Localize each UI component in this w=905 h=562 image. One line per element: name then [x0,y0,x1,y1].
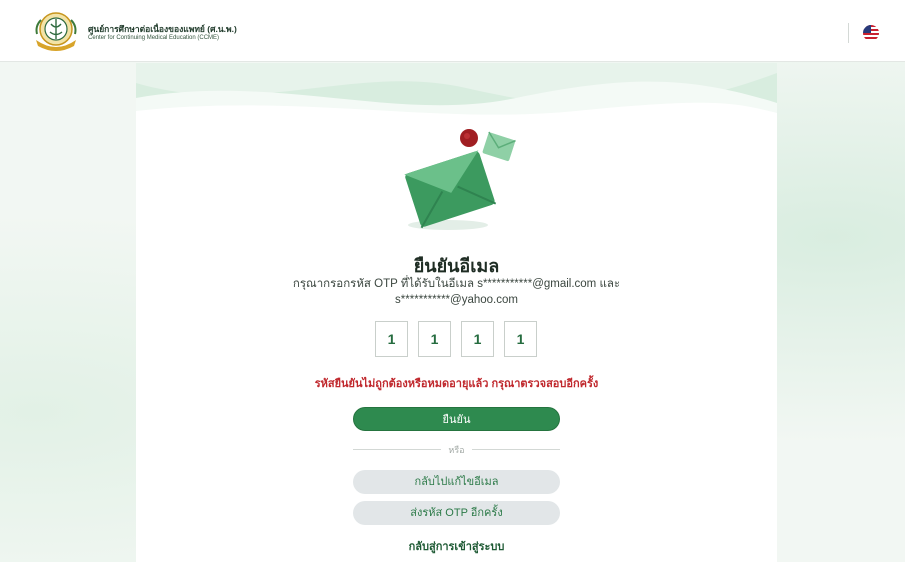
otp-digit-3[interactable]: 1 [461,321,494,357]
language-divider [848,23,849,43]
or-divider-right [472,449,560,450]
decorative-wave-header [136,63,777,125]
back-to-login-link[interactable]: กลับสู่การเข้าสู่ระบบ [136,537,777,555]
otp-instruction: กรุณากรอกรหัส OTP ที่ได้รับในอีเมล s****… [286,276,627,308]
edit-email-button[interactable]: กลับไปแก้ไขอีเมล [353,470,560,494]
us-flag-icon[interactable] [863,25,879,41]
otp-instruction-line-2: s***********@yahoo.com [395,294,518,306]
otp-digit-4[interactable]: 1 [504,321,537,357]
org-name-thai: ศูนย์การศึกษาต่อเนื่องของแพทย์ (ศ.น.พ.) [88,24,237,34]
top-bar: ศูนย์การศึกษาต่อเนื่องของแพทย์ (ศ.น.พ.) … [0,0,905,62]
otp-instruction-line-1: กรุณากรอกรหัส OTP ที่ได้รับในอีเมล s****… [292,278,621,290]
otp-digit-2[interactable]: 1 [418,321,451,357]
or-divider-label: หรือ [448,445,465,455]
ccme-logo[interactable] [33,10,79,54]
otp-error-message: รหัสยืนยันไม่ถูกต้องหรือหมดอายุแล้ว กรุณ… [314,378,599,390]
confirm-button[interactable]: ยืนยัน [353,407,560,431]
verify-email-card: ยืนยันอีเมล กรุณากรอกรหัส OTP ที่ได้รับใ… [136,63,777,562]
resend-otp-button[interactable]: ส่งรหัส OTP อีกครั้ง [353,501,560,525]
otp-digit-1[interactable]: 1 [375,321,408,357]
envelope-illustration [404,129,516,230]
org-name-english: Center for Continuing Medical Education … [88,35,220,41]
otp-input-group: 1 1 1 1 [373,321,543,359]
